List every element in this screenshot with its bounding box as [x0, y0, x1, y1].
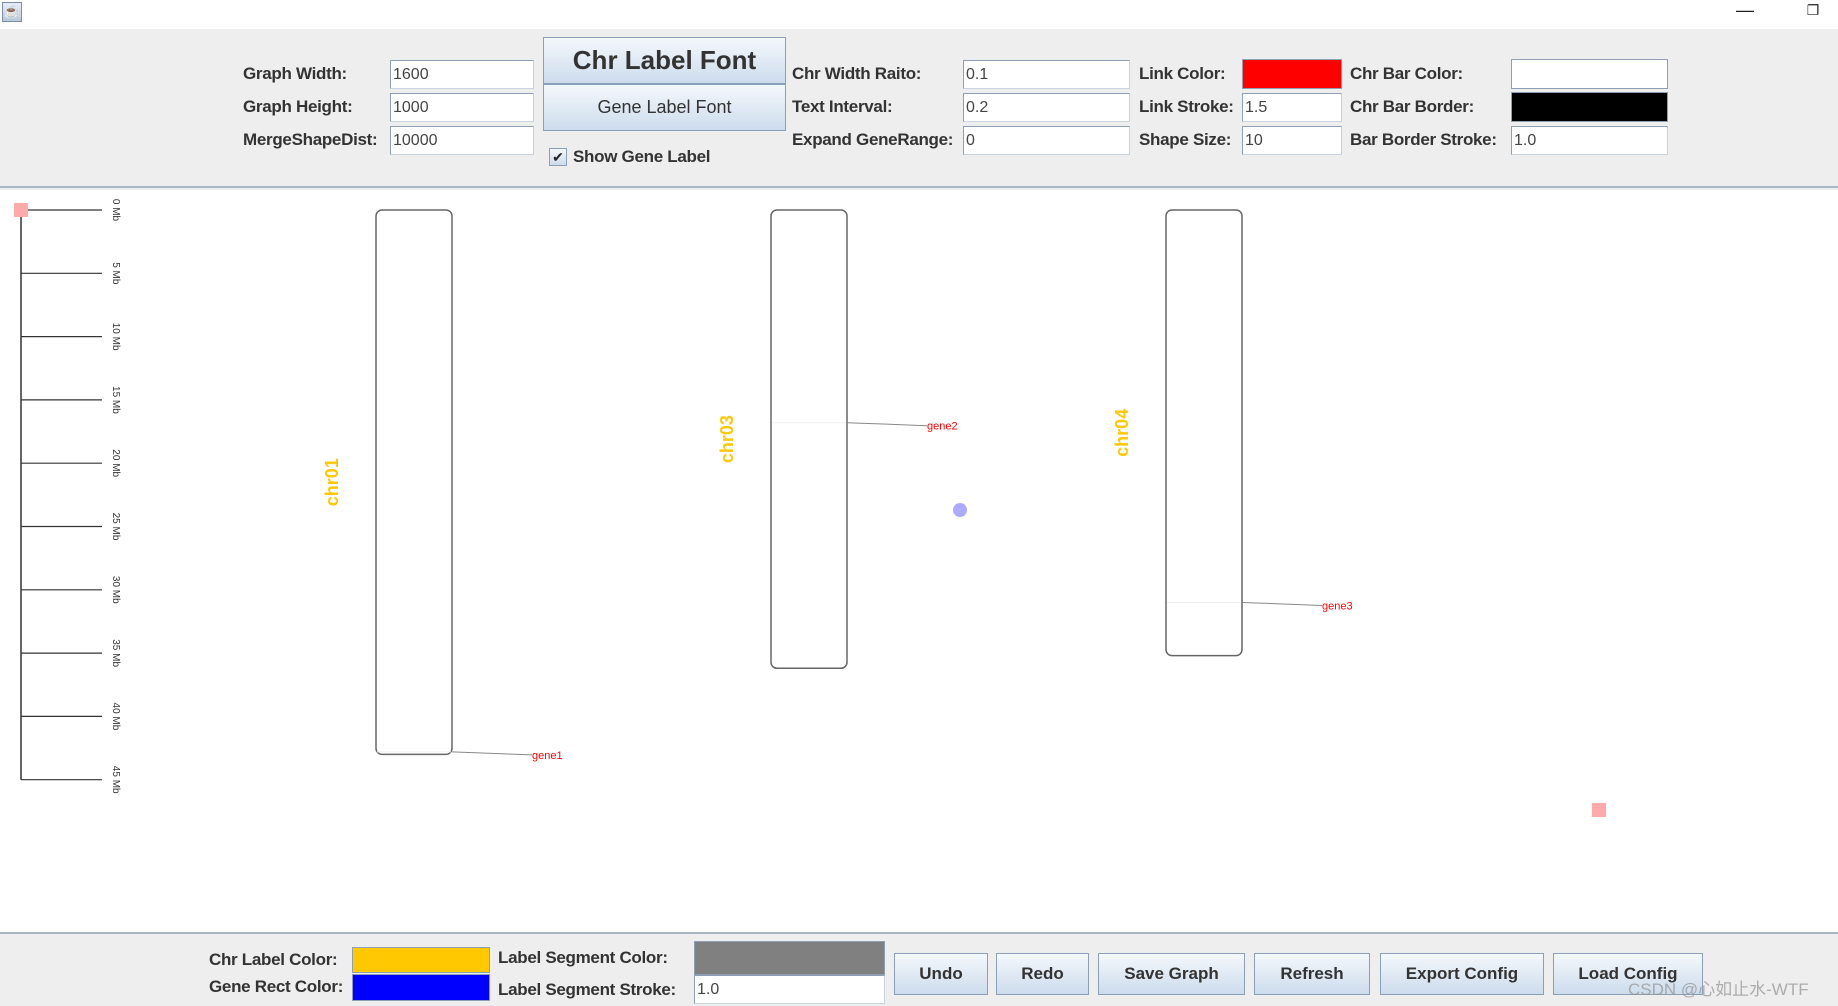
ruler-tick-label: 15 Mb [110, 386, 121, 414]
chromosome-bar [1165, 209, 1243, 657]
chr-label-font-button[interactable]: Chr Label Font [543, 37, 786, 84]
restore-icon[interactable]: ❐ [1803, 2, 1823, 22]
ruler-tick-label: 30 Mb [110, 576, 121, 604]
title-bar: ☕ — ❐ [0, 0, 1838, 29]
show-gene-label-checkbox[interactable]: ✔ Show Gene Label [549, 147, 711, 167]
chr-bar-color-label: Chr Bar Color: [1350, 64, 1463, 83]
gene-label-font-button[interactable]: Gene Label Font [543, 84, 786, 131]
chromosome-graph: 0 Mb 5 Mb 10 Mb 15 Mb 20 Mb 25 Mb 30 Mb 35 Mb 40… [14, 199, 1606, 817]
label-segment [451, 751, 533, 756]
ruler-tick-label: 20 Mb [110, 449, 121, 477]
chr-label-color-label: Chr Label Color: [209, 950, 338, 969]
text-interval-input[interactable] [963, 93, 1130, 122]
chromosome-label: chr04 [1112, 409, 1132, 457]
gene-rect-color-swatch[interactable] [352, 974, 490, 1001]
redo-button[interactable]: Redo [996, 953, 1089, 995]
label-segment-stroke-label: Label Segment Stroke: [498, 980, 676, 999]
gene-label: gene1 [532, 750, 563, 762]
save-graph-button[interactable]: Save Graph [1098, 953, 1245, 995]
expand-gene-range-label: Expand GeneRange: [792, 130, 954, 149]
text-interval-label: Text Interval: [792, 97, 893, 116]
link-stroke-input[interactable] [1242, 93, 1342, 122]
chr-bar-color-swatch[interactable] [1511, 59, 1668, 89]
graph-width-label: Graph Width: [243, 64, 347, 83]
label-segment [1241, 601, 1323, 606]
watermark: CSDN @心如止水-WTF [1628, 980, 1809, 999]
chromosome-chr03: chr03 gene2 [717, 209, 958, 670]
ruler-tick-label: 25 Mb [110, 513, 121, 541]
settings-toolbar: Graph Width: Graph Height: MergeShapeDis… [0, 29, 1838, 188]
link-color-label: Link Color: [1139, 64, 1226, 83]
bar-border-stroke-input[interactable] [1511, 126, 1668, 155]
undo-button[interactable]: Undo [894, 953, 988, 995]
gene-rect-color-label: Gene Rect Color: [209, 977, 344, 996]
graph-height-input[interactable] [390, 93, 534, 122]
chr-bar-border-swatch[interactable] [1511, 92, 1668, 122]
shape-size-label: Shape Size: [1139, 130, 1232, 149]
merge-shape-dist-input[interactable] [390, 126, 534, 155]
label-segment-color-swatch[interactable] [694, 941, 885, 975]
bottom-toolbar: Chr Label Color: Gene Rect Color: Label … [0, 932, 1838, 1006]
graph-height-label: Graph Height: [243, 97, 353, 116]
ruler-tick-label: 45 Mb [110, 766, 121, 794]
chr-label-color-swatch[interactable] [352, 947, 490, 973]
chromosome-bar [770, 209, 848, 670]
chromosome-chr01: chr01 gene1 [322, 209, 563, 762]
minimize-icon[interactable]: — [1735, 0, 1755, 22]
refresh-button[interactable]: Refresh [1254, 953, 1370, 995]
chr-bar-border-label: Chr Bar Border: [1350, 97, 1474, 116]
label-segment-color-label: Label Segment Color: [498, 948, 668, 967]
chromosome-chr04: chr04 gene3 [1112, 209, 1353, 657]
chr-width-ratio-label: Chr Width Raito: [792, 64, 922, 83]
chromosome-label: chr03 [717, 415, 737, 463]
marker-square [14, 203, 28, 217]
shape-size-input[interactable] [1242, 126, 1342, 155]
graph-width-input[interactable] [390, 60, 534, 89]
ruler-tick-label: 35 Mb [110, 639, 121, 667]
bar-border-stroke-label: Bar Border Stroke: [1350, 130, 1497, 149]
ruler-tick-label: 0 Mb [110, 199, 121, 222]
merge-shape-dist-label: MergeShapeDist: [243, 130, 378, 149]
graph-canvas: 0 Mb 5 Mb 10 Mb 15 Mb 20 Mb 25 Mb 30 Mb 35 Mb 40… [0, 190, 1838, 932]
chr-width-ratio-input[interactable] [963, 60, 1130, 89]
export-config-button[interactable]: Export Config [1380, 953, 1544, 995]
link-stroke-label: Link Stroke: [1139, 97, 1234, 116]
show-gene-label-text: Show Gene Label [573, 147, 711, 166]
label-segment-stroke-input[interactable] [694, 975, 885, 1004]
marker-square [1592, 803, 1606, 817]
marker-circle [953, 503, 967, 517]
ruler-tick-label: 5 Mb [110, 262, 121, 285]
label-segment [846, 422, 928, 427]
chromosome-label: chr01 [322, 458, 342, 506]
checkbox-checked-icon[interactable]: ✔ [549, 148, 567, 166]
chromosome-bar [375, 209, 453, 756]
gene-label: gene3 [1322, 600, 1353, 612]
link-color-swatch[interactable] [1242, 59, 1342, 89]
expand-gene-range-input[interactable] [963, 126, 1130, 155]
java-cup-icon: ☕ [2, 2, 22, 22]
gene-label: gene2 [927, 421, 958, 433]
ruler-tick-label: 40 Mb [110, 703, 121, 731]
ruler-tick-label: 10 Mb [110, 323, 121, 351]
